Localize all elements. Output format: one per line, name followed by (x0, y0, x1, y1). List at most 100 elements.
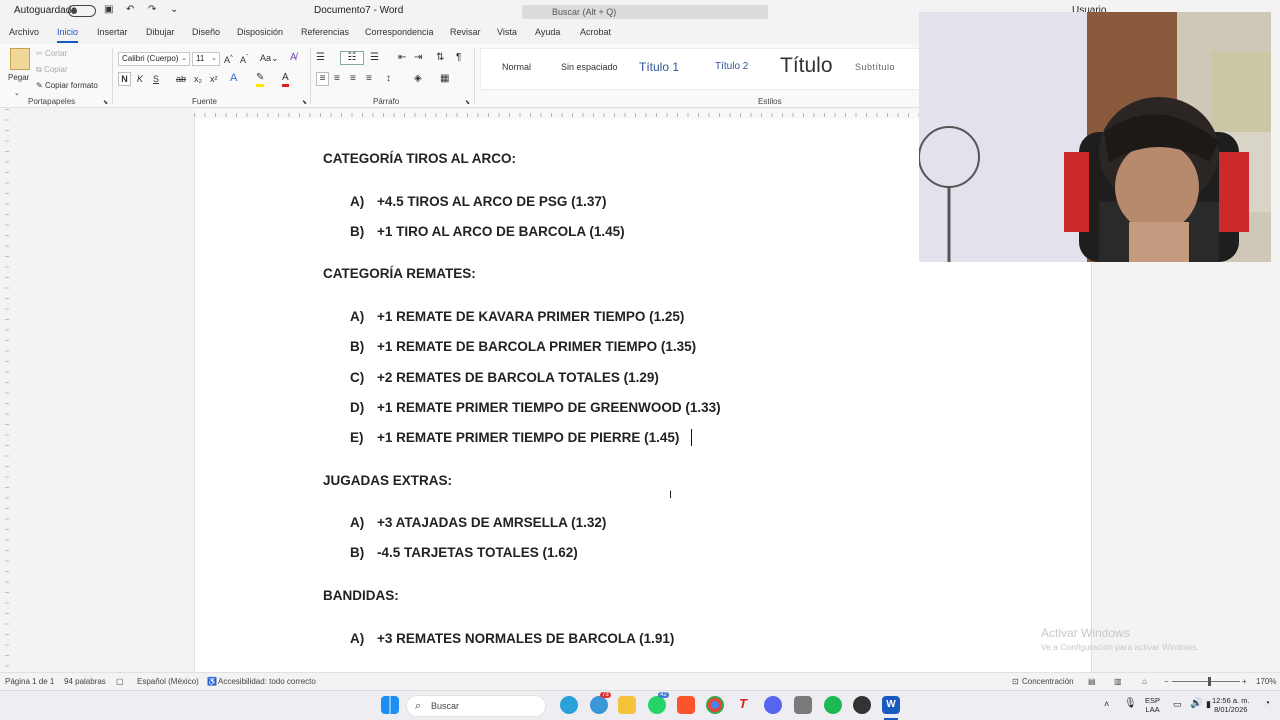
zoom-slider[interactable] (1172, 681, 1240, 682)
accessibility-icon[interactable]: ♿ (207, 677, 217, 686)
battery-icon[interactable]: ▮ (1206, 700, 1211, 709)
bold-button[interactable]: N (118, 72, 131, 86)
style-heading-1[interactable]: Título 1 (639, 60, 679, 74)
volume-icon[interactable]: 🔊 (1190, 699, 1202, 709)
discord-icon[interactable] (764, 696, 782, 714)
word-icon[interactable]: W (882, 696, 900, 714)
align-left-icon[interactable]: ≡ (316, 72, 329, 86)
save-icon[interactable]: ▣ (104, 4, 116, 16)
show-marks-icon[interactable]: ¶ (456, 52, 461, 64)
edge-icon[interactable] (560, 696, 578, 714)
word-count[interactable]: 94 palabras (64, 677, 106, 686)
brave-icon[interactable] (677, 696, 695, 714)
sort-icon[interactable]: ⇅ (436, 52, 444, 64)
file-explorer-icon[interactable] (618, 696, 636, 714)
typora-icon[interactable]: T (734, 696, 752, 714)
style-heading-2[interactable]: Título 2 (715, 61, 748, 72)
increase-indent-icon[interactable]: ⇥ (414, 52, 422, 64)
tab-revisar[interactable]: Revisar (450, 27, 481, 37)
show-hidden-icons-icon[interactable]: ˄ (1104, 700, 1109, 709)
style-no-spacing[interactable]: Sin espaciado (561, 62, 618, 72)
tab-inicio[interactable]: Inicio (57, 27, 79, 43)
bullets-icon[interactable]: ☰ (316, 52, 325, 64)
windows-start-icon[interactable] (381, 696, 399, 714)
proofing-icon[interactable]: ▢ (116, 677, 124, 686)
telegram-icon[interactable] (590, 696, 608, 714)
calculator-icon[interactable] (794, 696, 812, 714)
zoom-level[interactable]: 170% (1256, 677, 1276, 686)
font-name-select[interactable]: Calibri (Cuerpo) ⌄ (118, 52, 190, 66)
paste-dropdown-icon[interactable]: ⌄ (14, 88, 20, 100)
microphone-icon[interactable]: 🎙 (1124, 699, 1137, 709)
tab-acrobat[interactable]: Acrobat (580, 27, 611, 37)
shrink-font-icon[interactable]: Aˇ (240, 52, 248, 66)
tab-insertar[interactable]: Insertar (97, 27, 128, 37)
tab-referencias[interactable]: Referencias (301, 27, 349, 37)
grow-font-icon[interactable]: A^ (224, 52, 233, 66)
notifications-icon[interactable]: ◔ (1264, 699, 1270, 709)
align-right-icon[interactable]: ≡ (350, 73, 356, 85)
copy-button[interactable]: ⧉ Copiar (36, 64, 68, 76)
align-center-icon[interactable]: ≡ (334, 73, 340, 85)
font-size-select[interactable]: 11 ⌄ (192, 52, 220, 66)
redo-icon[interactable]: ↷ (148, 4, 160, 16)
page-count[interactable]: Página 1 de 1 (5, 677, 54, 686)
superscript-icon[interactable]: x² (210, 73, 218, 85)
chrome-icon[interactable] (706, 696, 724, 714)
customize-icon[interactable]: ⌄ (170, 4, 182, 16)
text-effects-icon[interactable]: A (230, 72, 237, 84)
tab-correspondencia[interactable]: Correspondencia (365, 27, 434, 37)
focus-icon[interactable]: ⊡ (1012, 677, 1019, 686)
taskbar-search[interactable]: ⌕ Buscar (406, 695, 546, 717)
italic-button[interactable]: K (137, 73, 143, 85)
paste-icon[interactable] (10, 48, 30, 70)
style-subtitle[interactable]: Subtítulo (855, 62, 895, 72)
clock[interactable]: 12:56 a. m. 8/01/2026 (1212, 696, 1250, 714)
tab-vista[interactable]: Vista (497, 27, 517, 37)
zoom-out-icon[interactable]: − (1164, 677, 1169, 686)
highlight-color-icon[interactable]: ✎ (256, 72, 265, 87)
undo-icon[interactable]: ↶ (126, 4, 138, 16)
search-box[interactable]: Buscar (Alt + Q) (522, 5, 768, 19)
read-mode-icon[interactable]: ▤ (1088, 677, 1096, 686)
paragraph-launcher-icon[interactable]: ⬊ (465, 97, 470, 109)
whatsapp-icon[interactable] (648, 696, 666, 714)
shading-icon[interactable]: ◈ (414, 73, 422, 85)
zoom-slider-handle[interactable] (1208, 677, 1211, 686)
app-icon[interactable] (853, 696, 871, 714)
style-title[interactable]: Título (780, 54, 833, 78)
clipboard-launcher-icon[interactable]: ⬊ (103, 97, 108, 109)
autosave-toggle[interactable] (68, 5, 96, 17)
line-spacing-icon[interactable]: ↕ (386, 73, 391, 85)
accessibility-status[interactable]: Accesibilidad: todo correcto (218, 677, 316, 686)
borders-icon[interactable]: ▦ (440, 73, 449, 85)
numbering-icon[interactable]: ☷ (340, 51, 364, 65)
paste-button[interactable]: Pegar (8, 72, 29, 84)
strikethrough-icon[interactable]: ab (176, 73, 186, 85)
change-case-icon[interactable]: Aa⌄ (260, 52, 279, 64)
format-painter-button[interactable]: ✎ Copiar formato (36, 80, 98, 92)
tab-disposicion[interactable]: Disposición (237, 27, 283, 37)
font-color-icon[interactable]: A (282, 72, 289, 87)
vertical-ruler[interactable] (0, 109, 14, 672)
horizontal-ruler[interactable] (194, 109, 920, 119)
clear-format-icon[interactable]: A̸ (290, 52, 297, 64)
language[interactable]: Español (México) (137, 677, 199, 686)
web-layout-icon[interactable]: ⌂ (1142, 677, 1147, 686)
print-layout-icon[interactable]: ▥ (1114, 677, 1122, 686)
tab-ayuda[interactable]: Ayuda (535, 27, 560, 37)
subscript-icon[interactable]: x₂ (194, 73, 202, 85)
cut-button[interactable]: ✂ Cortar (36, 48, 67, 60)
justify-icon[interactable]: ≡ (366, 73, 372, 85)
decrease-indent-icon[interactable]: ⇤ (398, 52, 406, 64)
network-icon[interactable]: ▭ (1173, 700, 1182, 709)
tab-dibujar[interactable]: Dibujar (146, 27, 175, 37)
focus-mode[interactable]: Concentración (1022, 677, 1074, 686)
multilevel-list-icon[interactable]: ☰ (370, 52, 379, 64)
input-language[interactable]: ESP LAA (1145, 696, 1160, 714)
spotify-icon[interactable] (824, 696, 842, 714)
style-normal[interactable]: Normal (502, 62, 531, 72)
font-launcher-icon[interactable]: ⬊ (302, 97, 307, 109)
zoom-in-icon[interactable]: + (1242, 677, 1247, 686)
tab-diseno[interactable]: Diseño (192, 27, 220, 37)
